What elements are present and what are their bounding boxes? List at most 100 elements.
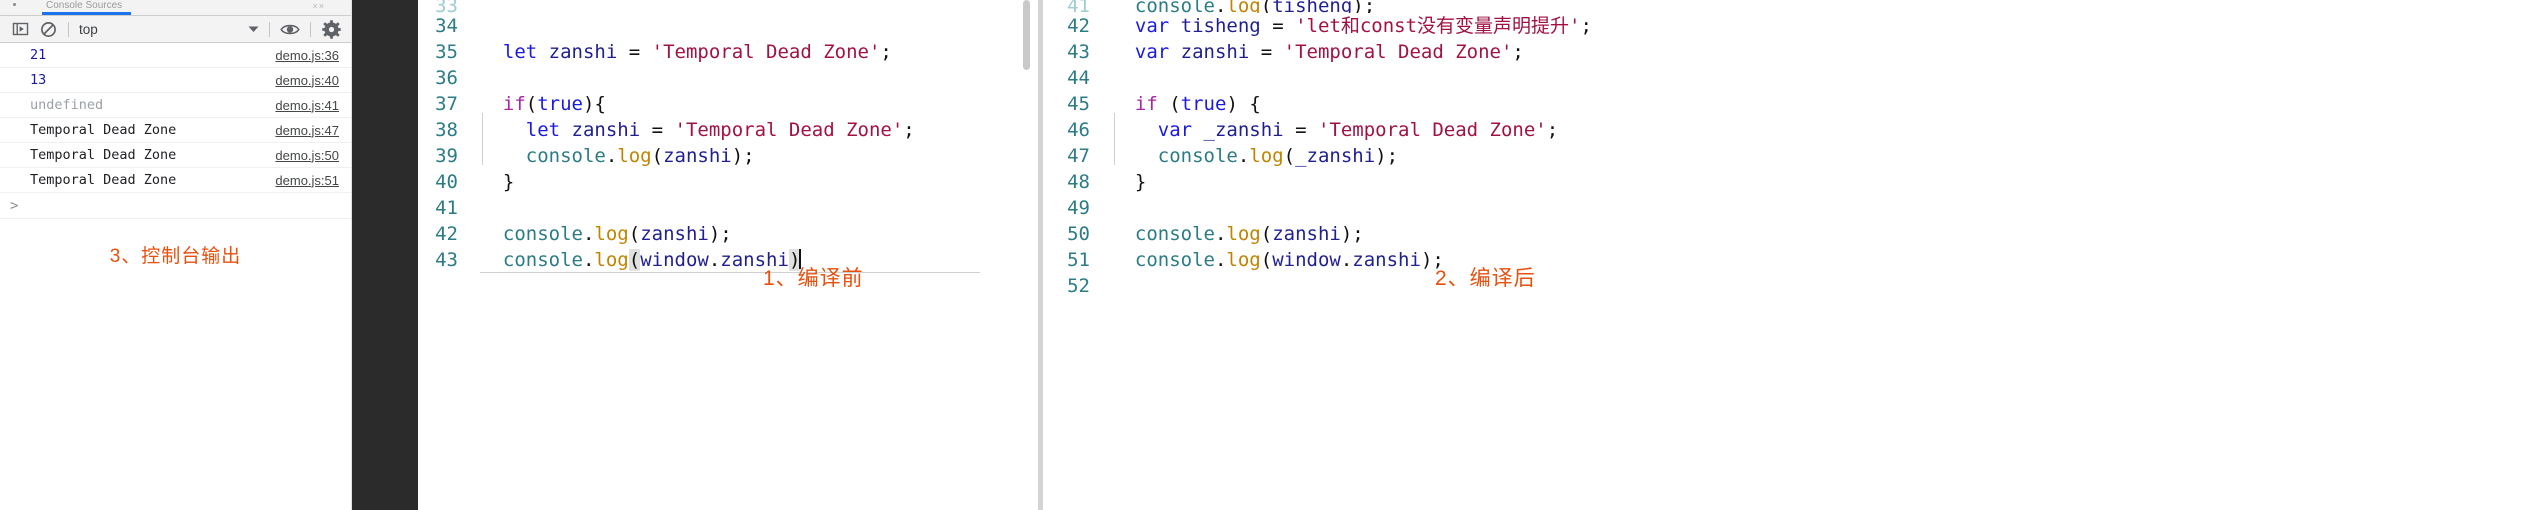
code-line[interactable]: 35 let zanshi = 'Temporal Dead Zone'; (418, 39, 1032, 65)
code-token: console (1134, 223, 1215, 245)
code-token: log (1226, 0, 1261, 13)
code-line[interactable]: 34 (418, 13, 1032, 39)
code-token: log (594, 223, 629, 245)
code-token: console (1134, 249, 1215, 271)
console-message-row[interactable]: Temporal Dead Zone demo.js:50 (0, 143, 351, 168)
console-message-source-link[interactable]: demo.js:41 (275, 98, 339, 113)
code-token: window (1272, 249, 1341, 271)
execution-context-selector[interactable]: top (75, 18, 263, 40)
live-expression-eye-icon[interactable] (276, 17, 304, 41)
code-token: } (502, 171, 515, 193)
toolbar-divider-3 (310, 21, 311, 37)
code-token: var (1134, 15, 1170, 37)
code-line[interactable]: 33 (418, 0, 1032, 13)
code-line-text: console.log(zanshi); (480, 221, 1032, 247)
code-line[interactable]: 43 console.log(window.zanshi) (418, 247, 1032, 273)
code-token: . (708, 249, 721, 271)
code-line[interactable]: 46 var _zanshi = 'Temporal Dead Zone'; (1050, 113, 2536, 143)
output-code-pane[interactable]: 41 console.log(tisheng); 42 var tisheng =… (1050, 0, 2536, 510)
code-line-text: var _zanshi = 'Temporal Dead Zone'; (1112, 113, 2536, 143)
console-prompt-row[interactable]: > (0, 193, 351, 219)
console-message-text: Temporal Dead Zone (30, 122, 177, 138)
code-token: ; (880, 41, 892, 63)
code-token: 'Temporal Dead Zone' (1283, 41, 1513, 63)
code-token: _zanshi (1203, 119, 1284, 141)
console-settings-gear-icon[interactable] (317, 17, 345, 41)
console-message-row[interactable]: 21 demo.js:36 (0, 43, 351, 68)
code-token: ( (628, 223, 641, 245)
code-line-number: 50 (1067, 223, 1090, 245)
code-token: . (605, 145, 618, 167)
console-message-row[interactable]: 13 demo.js:40 (0, 68, 351, 93)
clear-console-icon[interactable] (34, 17, 62, 41)
code-line-number: 49 (1067, 197, 1090, 219)
code-token: ); (708, 223, 732, 245)
code-line-number: 36 (435, 67, 458, 89)
code-line[interactable]: 49 (1050, 195, 2536, 221)
code-line[interactable]: 41 console.log(tisheng); (1050, 0, 2536, 13)
gear-glyph (321, 19, 341, 39)
code-token: ); (731, 145, 755, 167)
code-line[interactable]: 39 console.log(zanshi); (418, 139, 1032, 169)
devtools-tabstrip: Console Sources ×× (0, 0, 351, 16)
code-line-number: 48 (1067, 171, 1090, 193)
code-line[interactable]: 37 if(true){ (418, 91, 1032, 117)
code-line[interactable]: 50 console.log(zanshi); (1050, 221, 2536, 247)
code-line[interactable]: 44 (1050, 65, 2536, 91)
code-token: zanshi (663, 145, 732, 167)
code-line[interactable]: 42 console.log(zanshi); (418, 221, 1032, 247)
toolbar-divider-2 (269, 21, 270, 37)
console-message-source-link[interactable]: demo.js:36 (275, 48, 339, 63)
code-line[interactable]: 36 (418, 65, 1032, 91)
console-message-row[interactable]: Temporal Dead Zone demo.js:47 (0, 118, 351, 143)
code-line[interactable]: 43 var zanshi = 'Temporal Dead Zone'; (1050, 39, 2536, 65)
code-token: 'Temporal Dead Zone' (1317, 119, 1547, 141)
code-line-number: 42 (435, 223, 458, 245)
source-code-pane[interactable]: 33 34 35 let zanshi = 'Temporal Dead Zone'… (418, 0, 1032, 510)
code-token: var (1157, 119, 1193, 141)
chevron-down-icon[interactable] (248, 20, 259, 38)
show-console-sidebar-icon[interactable] (6, 17, 34, 41)
source-pane-scrollbar[interactable] (1023, 0, 1030, 70)
console-message-list[interactable]: 21 demo.js:36 13 demo.js:40 undefined demo.js… (0, 43, 351, 510)
code-token: log (594, 249, 629, 271)
console-message-source-link[interactable]: demo.js:51 (275, 173, 339, 188)
code-line[interactable]: 48 } (1050, 169, 2536, 195)
code-line[interactable]: 52 (1050, 273, 2536, 299)
code-token: window (640, 249, 709, 271)
code-token: if (1134, 93, 1158, 115)
code-line[interactable]: 51 console.log(window.zanshi); (1050, 247, 2536, 273)
code-token: zanshi (548, 41, 618, 63)
code-token: console (1134, 0, 1215, 13)
code-token: console (1157, 145, 1238, 167)
tabstrip-close-icons[interactable]: ×× (312, 1, 325, 11)
console-message-source-link[interactable]: demo.js:47 (275, 123, 339, 138)
code-line[interactable]: 41 (418, 195, 1032, 221)
code-line[interactable]: 45 if (true) { (1050, 91, 2536, 117)
code-line[interactable]: 40 } (418, 169, 1032, 195)
chevron-glyph (248, 26, 259, 32)
code-line-number: 43 (1067, 41, 1090, 63)
code-line-text: console.log(zanshi); (1112, 221, 2536, 247)
code-token: 'let和const没有变量声明提升' (1295, 15, 1581, 37)
console-message-source-link[interactable]: demo.js:50 (275, 148, 339, 163)
code-token: . (1340, 249, 1353, 271)
code-token: ; (1512, 41, 1524, 63)
console-toolbar: top (0, 16, 351, 43)
code-line[interactable]: 38 let zanshi = 'Temporal Dead Zone'; (418, 113, 1032, 143)
code-line-text: console.log(zanshi); (480, 139, 1032, 169)
code-line-number: 33 (435, 0, 458, 13)
code-line[interactable]: 42 var tisheng = 'let和const没有变量声明提升'; (1050, 13, 2536, 39)
code-line-number: 47 (1067, 145, 1090, 167)
pane-divider[interactable] (1032, 0, 1050, 510)
code-token: . (582, 249, 595, 271)
console-message-row[interactable]: undefined demo.js:41 (0, 93, 351, 118)
console-message-source-link[interactable]: demo.js:40 (275, 73, 339, 88)
console-message-row[interactable]: Temporal Dead Zone demo.js:51 (0, 168, 351, 193)
code-line[interactable]: 47 console.log(_zanshi); (1050, 139, 2536, 169)
